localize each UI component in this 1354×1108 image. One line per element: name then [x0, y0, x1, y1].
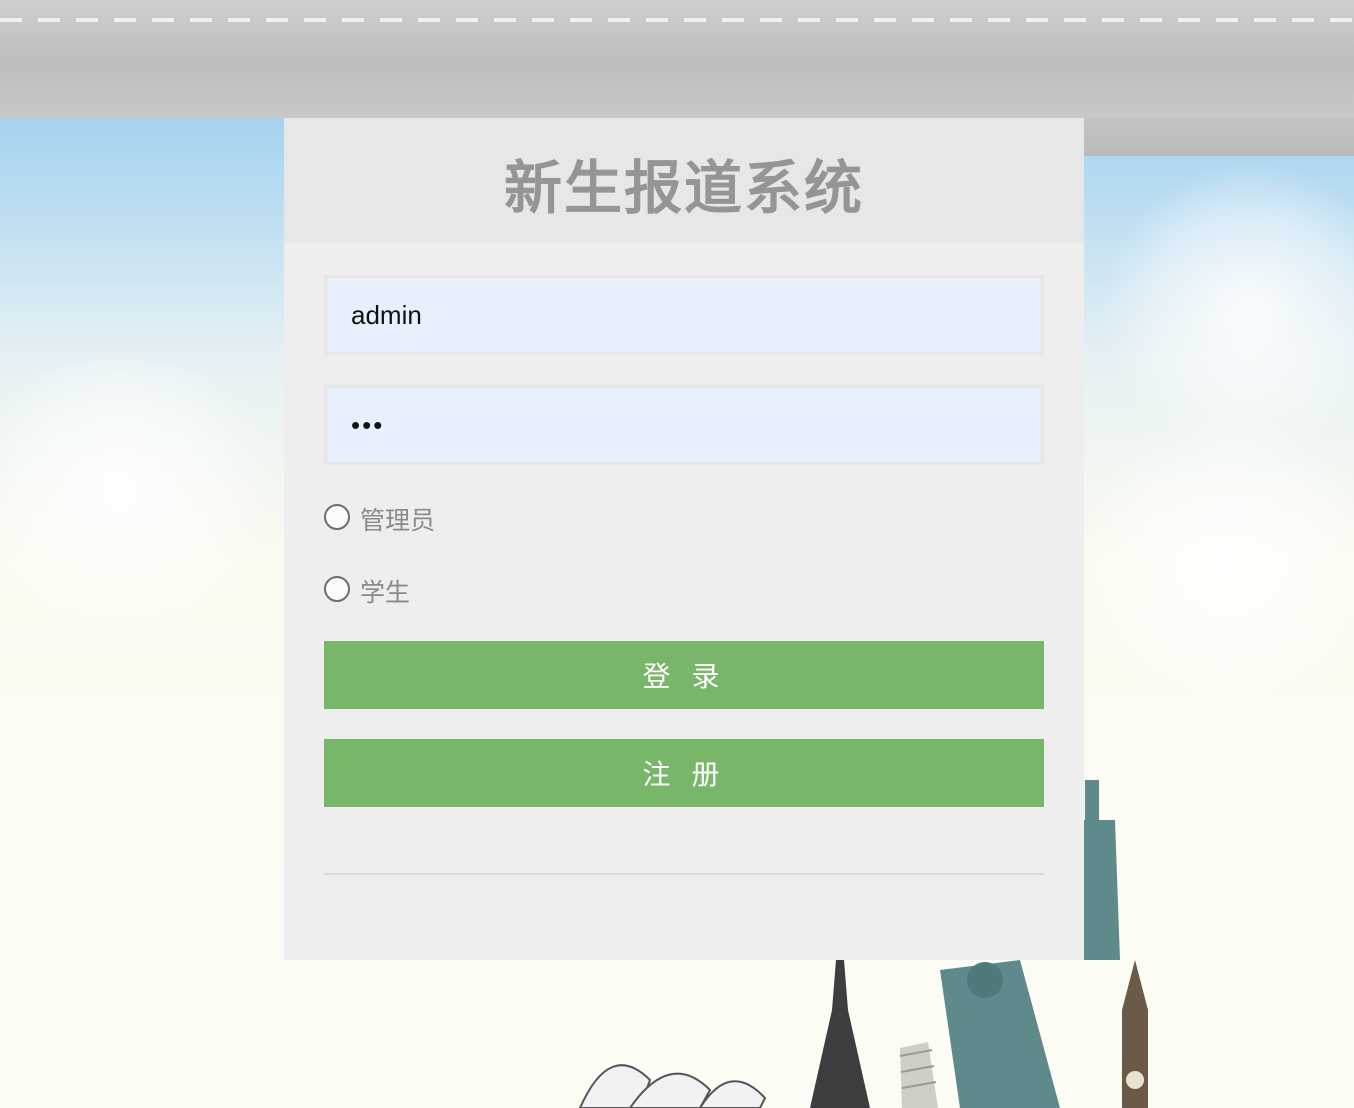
eiffel-tower-icon [810, 960, 870, 1108]
login-button[interactable]: 登 录 [324, 641, 1044, 709]
register-button[interactable]: 注 册 [324, 739, 1044, 807]
card-header: 新生报道系统 [284, 118, 1084, 243]
background-cloud [1100, 160, 1354, 460]
background-cloud [0, 360, 300, 620]
leaning-tower-icon [899, 1042, 938, 1108]
login-page: 新生报道系统 管理员 学生 登 录 注 册 [0, 0, 1354, 1108]
opera-house-icon [578, 1064, 767, 1108]
username-input[interactable] [324, 275, 1044, 355]
radio-label-student: 学生 [360, 578, 411, 607]
background-cloud [1060, 420, 1354, 700]
role-option-admin[interactable]: 管理员 [324, 499, 1044, 539]
login-form: 管理员 学生 登 录 注 册 [284, 243, 1084, 875]
radio-label-admin: 管理员 [360, 506, 436, 535]
form-divider [324, 873, 1044, 875]
role-option-student[interactable]: 学生 [324, 571, 1044, 611]
big-ben-icon [1122, 960, 1148, 1108]
radio-button-admin[interactable] [324, 504, 350, 530]
radio-button-student[interactable] [324, 576, 350, 602]
top-decorative-band-edge [1084, 118, 1354, 156]
stitch-line [0, 18, 1354, 22]
password-input[interactable] [324, 385, 1044, 465]
top-decorative-band [0, 0, 1354, 118]
page-title: 新生报道系统 [503, 153, 864, 222]
login-card: 新生报道系统 管理员 学生 登 录 注 册 [284, 118, 1084, 960]
